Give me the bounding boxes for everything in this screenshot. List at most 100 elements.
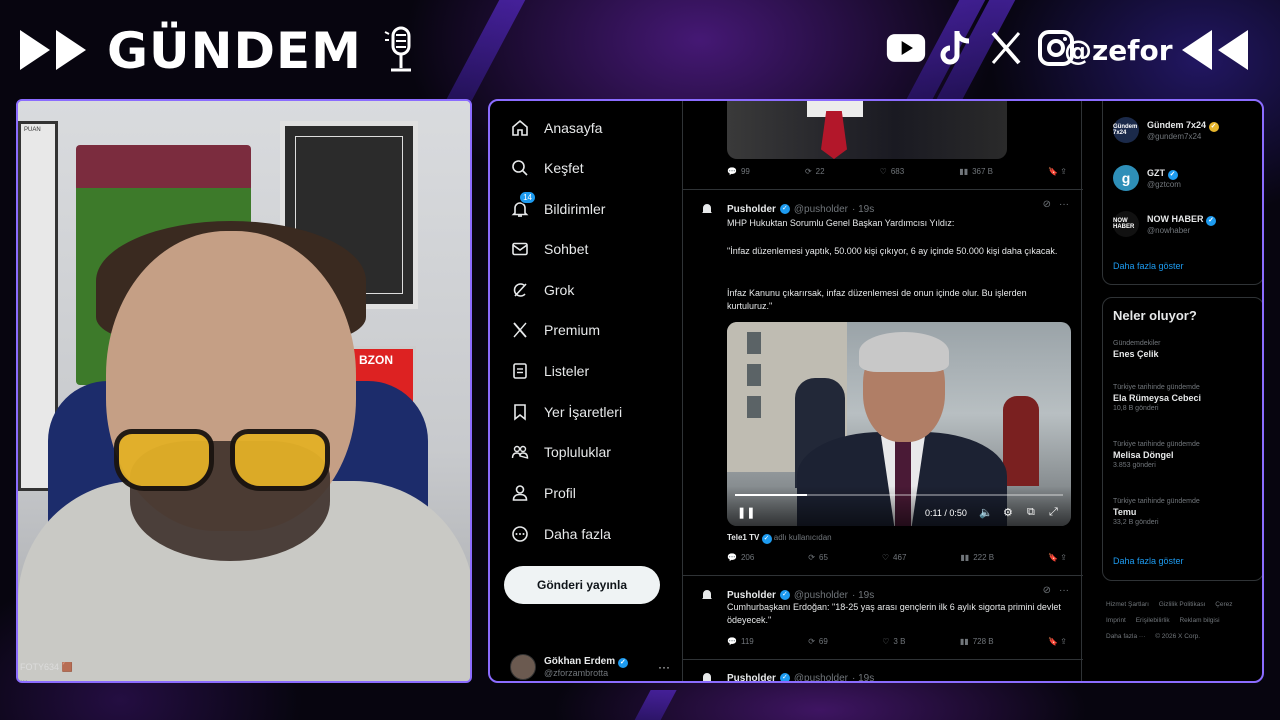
tweet-image[interactable]: [727, 101, 1007, 159]
pause-icon[interactable]: ❚❚: [737, 506, 755, 519]
author-handle[interactable]: @pusholder: [794, 204, 848, 215]
sunglasses: [114, 429, 334, 499]
more-dots-icon[interactable]: ···: [658, 660, 670, 674]
volume-icon[interactable]: 🔈: [979, 506, 993, 519]
bell-logo-icon[interactable]: [697, 199, 717, 219]
repost-button[interactable]: ⟳ 65: [808, 553, 828, 562]
bell-logo-icon[interactable]: [697, 668, 717, 681]
video-progress[interactable]: [735, 494, 1063, 496]
bell-logo-icon[interactable]: [697, 585, 717, 605]
follow-suggestion[interactable]: g GZT ✓ @gztcom: [1113, 165, 1181, 191]
views-button[interactable]: ▮▮ 367 B: [959, 167, 993, 176]
webcam-feed: PUAN BZON 7 FOTY634 🟫 ...: [16, 99, 472, 683]
account-switcher[interactable]: Gökhan Erdem ✓ @zforzambrotta ···: [510, 654, 670, 680]
author-handle[interactable]: @pusholder: [794, 673, 848, 682]
post-button[interactable]: Gönderi yayınla: [504, 566, 660, 604]
youtube-icon: [886, 28, 926, 68]
nav-label: Daha fazla: [544, 526, 611, 542]
more-dots-icon[interactable]: ···: [1059, 585, 1069, 596]
repost-button[interactable]: ⟳ 22: [805, 167, 825, 176]
follow-suggestion[interactable]: Gündem 7x24 Gündem 7x24 ✓ @gundem7x24: [1113, 117, 1219, 143]
nav-grok[interactable]: Grok: [510, 279, 574, 301]
follow-suggestion[interactable]: NOW HABER NOW HABER ✓ @nowhaber: [1113, 211, 1217, 237]
video-controls: ❚❚ 0:11 / 0:50 🔈 ⚙ ⧉ ⤢: [727, 486, 1071, 526]
nav-premium[interactable]: Premium: [510, 319, 600, 341]
nav-lists[interactable]: Listeler: [510, 360, 589, 382]
footer-link[interactable]: Çerez: [1215, 601, 1232, 608]
author-name[interactable]: Pusholder: [727, 673, 776, 682]
author-name[interactable]: Pusholder: [727, 590, 776, 601]
footer-link[interactable]: Imprint: [1106, 617, 1126, 624]
tweet-text: "İnfaz düzenlemesi yaptık, 50.000 kişi ç…: [727, 246, 1058, 256]
trend-item[interactable]: Türkiye tarihinde gündemde Ela Rümeysa C…: [1113, 384, 1259, 412]
nav-explore[interactable]: Keşfet: [510, 157, 584, 179]
tweet-time[interactable]: · 19s: [852, 590, 874, 601]
reply-button[interactable]: 💬 99: [727, 167, 750, 176]
nav-label: Sohbet: [544, 241, 589, 257]
views-button[interactable]: ▮▮ 222 B: [960, 553, 994, 562]
trends-title: Neler oluyor?: [1113, 308, 1197, 323]
author-name[interactable]: Pusholder: [727, 204, 776, 215]
nav-messages[interactable]: Sohbet: [510, 238, 588, 260]
bookmark-share[interactable]: 🔖 ⇪: [1048, 553, 1067, 562]
author-handle[interactable]: @pusholder: [794, 590, 848, 601]
fullscreen-icon[interactable]: ⤢: [1049, 506, 1058, 519]
divider: [683, 659, 1083, 660]
tweet-text: MHP Hukuktan Sorumlu Genel Başkan Yardım…: [727, 218, 955, 228]
person-icon: [510, 483, 530, 503]
show-more-link[interactable]: Daha fazla göster: [1113, 261, 1184, 271]
bookmark-share[interactable]: 🔖 ⇪: [1048, 167, 1067, 176]
settings-icon[interactable]: ⚙: [1003, 506, 1013, 519]
footer-link[interactable]: Reklam bilgisi: [1179, 617, 1219, 624]
trend-item[interactable]: Türkiye tarihinde gündemde Temu 33,2 B g…: [1113, 498, 1259, 526]
tweet-time[interactable]: · 19s: [852, 673, 874, 682]
trend-item[interactable]: Türkiye tarihinde gündemde Melisa Döngel…: [1113, 441, 1259, 469]
like-button[interactable]: ♡ 3 B: [882, 637, 905, 646]
video-player[interactable]: ❚❚ 0:11 / 0:50 🔈 ⚙ ⧉ ⤢: [727, 322, 1071, 526]
video-time: 0:11 / 0:50: [925, 508, 967, 518]
timeline-feed: 💬 99 ⟳ 22 ♡ 683 ▮▮ 367 B 🔖 ⇪ Pusholder ✓…: [682, 101, 1083, 682]
nav-notifications[interactable]: 14 Bildirimler: [510, 191, 606, 220]
pip-icon[interactable]: ⧉: [1027, 506, 1035, 519]
footer-link[interactable]: Hizmet Şartları: [1106, 601, 1149, 608]
more-dots-icon[interactable]: ···: [1059, 199, 1069, 210]
tweet-time[interactable]: · 19s: [852, 204, 874, 215]
reply-button[interactable]: 💬 119: [727, 637, 754, 646]
chevrons-left-icon: [20, 30, 86, 70]
nav-communities[interactable]: Topluluklar: [510, 441, 611, 463]
repost-button[interactable]: ⟳ 69: [808, 637, 828, 646]
verified-icon: ✓: [779, 673, 790, 681]
trends-box: Neler oluyor? Gündemdekiler Enes Çelik T…: [1102, 297, 1262, 581]
microphone-icon: [384, 26, 411, 72]
who-to-follow: Gündem 7x24 Gündem 7x24 ✓ @gundem7x24 g G…: [1102, 101, 1262, 285]
reply-button[interactable]: 💬 206: [727, 553, 754, 562]
like-button[interactable]: ♡ 467: [882, 553, 907, 562]
verified-icon: ✓: [779, 590, 790, 600]
nav-label: Bildirimler: [544, 201, 606, 217]
footer-link[interactable]: Daha fazla ···: [1106, 633, 1145, 640]
tweet-actions: 💬 99 ⟳ 22 ♡ 683 ▮▮ 367 B 🔖 ⇪: [727, 167, 1067, 176]
nav-home[interactable]: Anasayfa: [510, 117, 602, 139]
avatar: [510, 654, 536, 680]
tweet-header: Pusholder ✓ @pusholder · 19s: [697, 668, 1073, 682]
footer-link[interactable]: Gizlilik Politikası: [1159, 601, 1206, 608]
video-source[interactable]: Tele1 TV ✓ adlı kullanıcıdan: [727, 533, 832, 544]
avatar: Gündem 7x24: [1113, 117, 1139, 143]
nav-profile[interactable]: Profil: [510, 482, 576, 504]
bookmark-share[interactable]: 🔖 ⇪: [1048, 637, 1067, 646]
grok-icon[interactable]: ⊘: [1043, 199, 1051, 210]
brand-title: GÜNDEM: [107, 22, 362, 80]
nav-label: Premium: [544, 322, 601, 338]
divider: [683, 575, 1083, 576]
nav-more[interactable]: Daha fazla: [510, 523, 611, 545]
trend-item[interactable]: Gündemdekiler Enes Çelik: [1113, 340, 1259, 359]
views-button[interactable]: ▮▮ 728 B: [960, 637, 994, 646]
show-more-link[interactable]: Daha fazla göster: [1113, 556, 1184, 566]
x-browser-panel: Anasayfa Keşfet 14 Bildirimler Sohbet Gr…: [488, 99, 1264, 683]
nav-bookmarks[interactable]: Yer İşaretleri: [510, 401, 622, 423]
like-button[interactable]: ♡ 683: [880, 167, 905, 176]
grok-icon[interactable]: ⊘: [1043, 585, 1051, 596]
chevrons-right-icon: [1182, 30, 1248, 70]
overlay-text: FOTY634 🟫: [20, 662, 73, 672]
footer-link[interactable]: Erişilebilirlik: [1136, 617, 1170, 624]
